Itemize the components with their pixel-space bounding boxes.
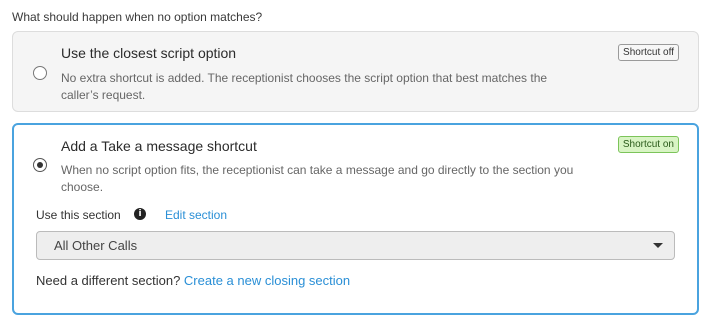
option-title: Use the closest script option (61, 45, 237, 61)
shortcut-on-badge: Shortcut on (617, 136, 679, 153)
option-title: Add a Take a message shortcut (61, 138, 257, 154)
helper-row: Need a different section? Create a new c… (36, 273, 350, 288)
section-select-value: All Other Calls (54, 238, 138, 253)
question-heading: What should happen when no option matche… (12, 10, 263, 24)
helper-text: Need a different section? (36, 273, 184, 288)
section-select[interactable]: All Other Calls (36, 231, 675, 260)
info-icon[interactable]: i (134, 208, 146, 220)
shortcut-off-badge: Shortcut off (618, 44, 679, 61)
radio-take-message[interactable] (33, 158, 47, 172)
option-description: When no script option fits, the receptio… (61, 163, 574, 194)
option-description: No extra shortcut is added. The receptio… (61, 71, 548, 102)
chevron-down-icon (653, 243, 663, 248)
create-section-link[interactable]: Create a new closing section (184, 273, 350, 288)
edit-section-link[interactable]: Edit section (165, 208, 227, 222)
option-take-message[interactable]: Add a Take a message shortcut When no sc… (12, 123, 699, 315)
section-label: Use this section (36, 208, 121, 222)
option-closest-script[interactable]: Use the closest script option No extra s… (12, 31, 699, 112)
radio-closest-script[interactable] (33, 66, 47, 80)
